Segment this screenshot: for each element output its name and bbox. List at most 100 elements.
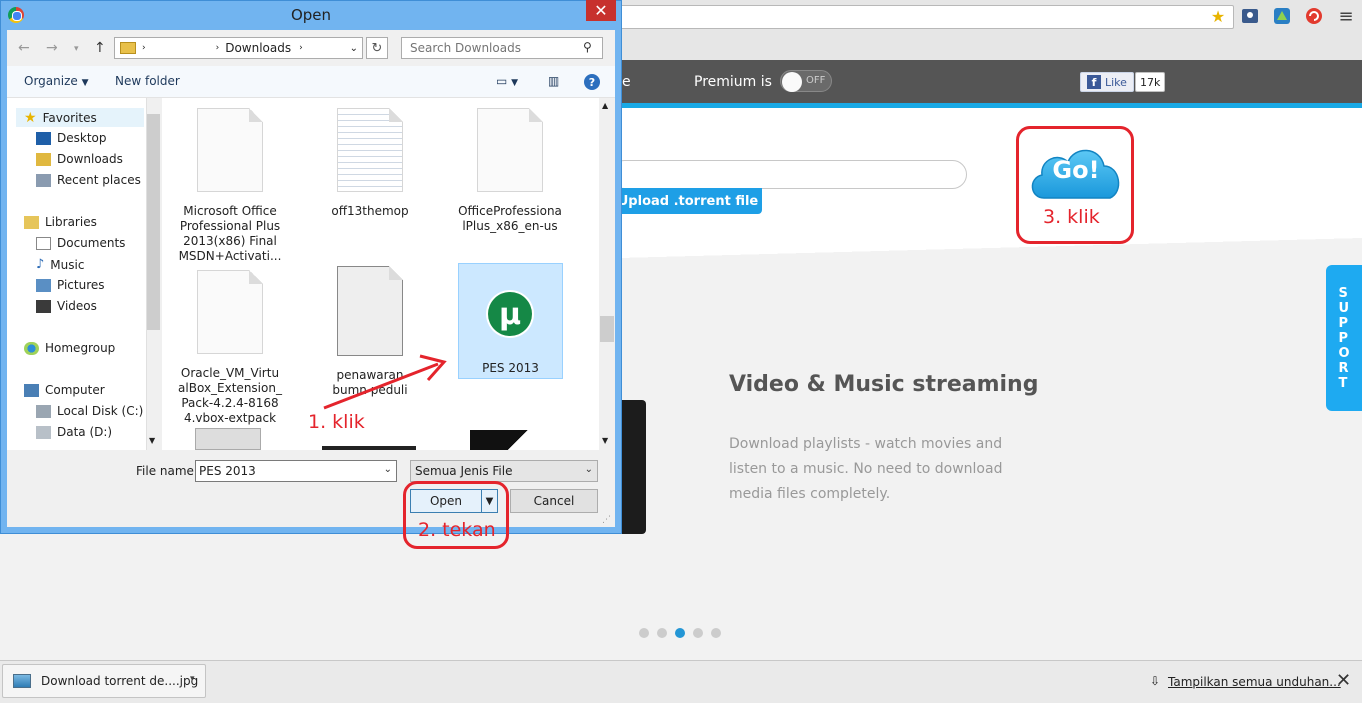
nav-label: Pictures [57, 278, 105, 292]
nav-music[interactable]: ♪ Music [36, 257, 84, 272]
file-item[interactable]: Microsoft Office Professional Plus 2013(… [178, 108, 282, 264]
file-name-input[interactable]: PES 2013 ⌄ [195, 460, 397, 482]
toggle-knob[interactable] [782, 72, 802, 92]
search-downloads-input[interactable] [401, 37, 603, 59]
resize-grip-icon[interactable]: ⋰ [602, 515, 611, 525]
cancel-button[interactable]: Cancel [510, 489, 598, 513]
download-item[interactable]: Download torrent de....jpg [2, 664, 206, 698]
address-bar[interactable] [600, 5, 1234, 29]
carousel-dot-1[interactable] [639, 628, 649, 638]
file-item[interactable]: Oracle_VM_VirtualBox_Extension_Pack-4.2.… [178, 270, 282, 426]
nav-label: Local Disk (C:) [57, 404, 144, 418]
preview-pane-icon[interactable]: ▥ [548, 74, 559, 88]
file-scrollbar-thumb[interactable] [600, 316, 614, 342]
star-icon[interactable]: ★ [1208, 6, 1228, 26]
scroll-down-icon[interactable]: ▼ [602, 436, 608, 445]
view-options-icon[interactable]: ▭ ▼ [496, 74, 518, 88]
carousel-dot-2[interactable] [657, 628, 667, 638]
computer-icon [24, 383, 39, 397]
dialog-title: Open [290, 6, 332, 24]
nav-homegroup[interactable]: Homegroup [24, 341, 115, 355]
address-path[interactable]: › › Downloads › ⌄ [114, 37, 363, 59]
file-item[interactable]: OfficeProfessionalPlus_x86_en-us [458, 108, 562, 234]
annotation-step3: 3. klik [1043, 206, 1100, 228]
nav-scrollbar-thumb[interactable] [147, 114, 160, 330]
facebook-icon: f [1087, 75, 1101, 89]
upload-torrent-button[interactable]: Upload .torrent file [614, 188, 762, 214]
support-tab[interactable]: SUPPORT [1326, 265, 1362, 411]
organize-button[interactable]: Organize ▼ [24, 74, 89, 88]
partial-file-icon[interactable] [195, 428, 261, 450]
refresh-icon[interactable]: ↻ [366, 37, 388, 59]
nav-desktop[interactable]: Desktop [36, 131, 107, 145]
pictures-icon [36, 278, 51, 292]
annotation-step1: 1. klik [308, 411, 365, 433]
music-icon: ♪ [36, 257, 45, 272]
dialog-close-button[interactable]: ✕ [586, 0, 616, 21]
file-scrollbar[interactable] [599, 98, 615, 450]
show-all-downloads-link[interactable]: Tampilkan semua unduhan... [1168, 675, 1341, 689]
nav-label: Favorites [42, 111, 97, 125]
document-icon [197, 108, 263, 192]
menu-icon[interactable]: ≡ [1336, 6, 1356, 27]
nav-label: Homegroup [45, 341, 116, 355]
nav-local-disk[interactable]: Local Disk (C:) [36, 404, 143, 418]
navigation-pane [7, 98, 161, 450]
nav-favorites[interactable]: ★ Favorites [24, 110, 97, 126]
extension-icon-2[interactable] [1272, 6, 1292, 26]
chevron-down-icon[interactable]: ⌄ [585, 464, 593, 475]
nav-data-disk[interactable]: Data (D:) [36, 425, 112, 439]
file-type-select[interactable]: Semua Jenis File ⌄ [410, 460, 598, 482]
chevron-down-icon[interactable]: ⌄ [350, 43, 358, 54]
nav-downloads[interactable]: Downloads [36, 152, 123, 166]
nav-pictures[interactable]: Pictures [36, 278, 105, 292]
hero-divider [620, 238, 1362, 258]
feature-description: Download playlists - watch movies and li… [729, 436, 1003, 502]
forward-arrow-icon[interactable]: → [46, 40, 58, 56]
star-icon: ★ [24, 110, 37, 126]
extension-icon-3[interactable] [1304, 6, 1324, 26]
path-chevron-icon: › [142, 43, 146, 53]
torrent-url-input[interactable] [610, 160, 967, 189]
close-icon[interactable]: ✕ [1336, 670, 1351, 691]
chevron-down-icon[interactable]: ⌄ [384, 464, 392, 475]
help-icon[interactable]: ? [584, 74, 600, 90]
path-chevron-icon: › [215, 43, 220, 53]
scanned-document-icon [337, 266, 403, 356]
nav-label: Libraries [45, 215, 97, 229]
nav-recent-places[interactable]: Recent places [36, 173, 141, 187]
back-arrow-icon[interactable]: ← [18, 40, 30, 56]
recent-locations-icon[interactable]: ▾ [74, 44, 79, 54]
file-name: off13themop [331, 204, 409, 218]
fb-like-count: 17k [1135, 72, 1166, 92]
file-name-label: File name: [136, 464, 198, 478]
scroll-down-icon[interactable]: ▼ [149, 436, 155, 445]
new-folder-button[interactable]: New folder [115, 74, 180, 88]
file-name: Oracle_VM_VirtualBox_Extension_Pack-4.2.… [178, 366, 282, 425]
partial-file-icon[interactable] [470, 430, 546, 450]
path-segment-downloads[interactable]: Downloads [225, 41, 291, 55]
image-file-icon [13, 674, 31, 688]
nav-item-partial[interactable]: e [622, 74, 631, 90]
carousel-dot-5[interactable] [711, 628, 721, 638]
extension-icon-1[interactable] [1240, 6, 1260, 26]
nav-documents[interactable]: Documents [36, 236, 125, 250]
annotation-arrow-icon [323, 354, 447, 410]
carousel-dot-3[interactable] [675, 628, 685, 638]
utorrent-logo: µ [488, 292, 532, 336]
document-icon [197, 270, 263, 354]
facebook-like-button[interactable]: f Like [1080, 72, 1134, 92]
chevron-down-icon[interactable]: ▾ [190, 674, 195, 684]
nav-label: Music [50, 257, 85, 272]
drive-icon [36, 425, 51, 439]
desktop-icon [36, 131, 51, 145]
nav-libraries[interactable]: Libraries [24, 215, 97, 229]
premium-label: Premium is [694, 74, 772, 90]
nav-label: Documents [57, 236, 126, 250]
up-arrow-icon[interactable]: ↑ [94, 40, 106, 56]
carousel-dot-4[interactable] [693, 628, 703, 638]
nav-computer[interactable]: Computer [24, 383, 105, 397]
scroll-up-icon[interactable]: ▲ [602, 101, 608, 110]
nav-videos[interactable]: Videos [36, 299, 97, 313]
file-item[interactable]: off13themop [318, 108, 422, 219]
